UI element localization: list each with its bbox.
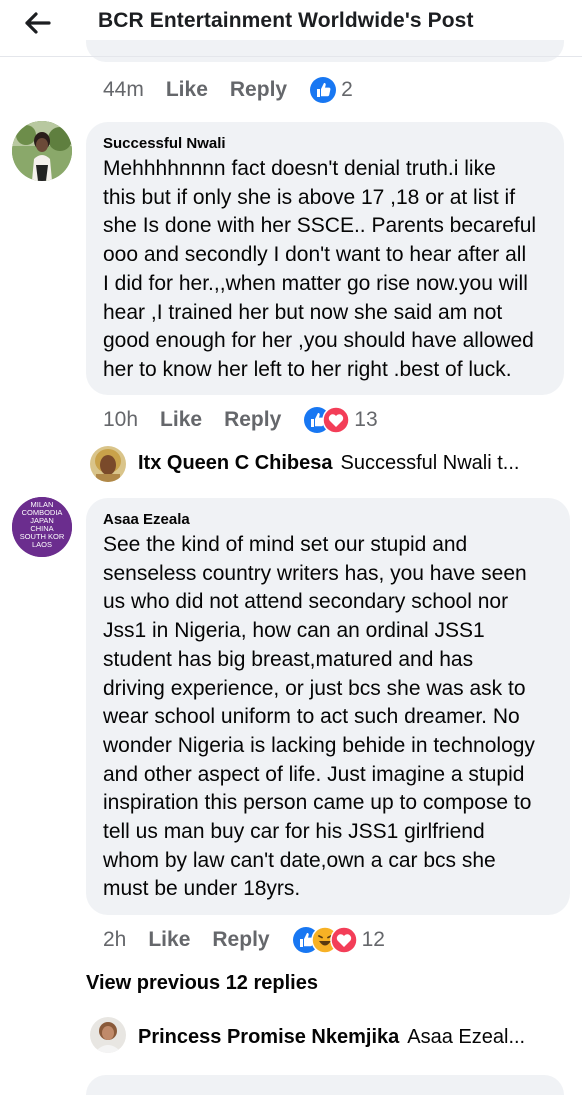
back-arrow-icon[interactable] (22, 8, 52, 38)
avatar[interactable]: MILAN COMBODIA JAPAN CHINA SOUTH KOR LAO… (12, 497, 72, 557)
comment-actions: 10h Like Reply 13 (103, 406, 406, 434)
comment-text: See the kind of mind set our stupid and … (103, 533, 535, 901)
avatar-photo (12, 121, 72, 181)
like-button[interactable]: Like (148, 928, 190, 952)
prev-comment-actions: 44m Like Reply 2 (103, 76, 381, 104)
previous-comment-bubble (86, 40, 564, 62)
reply-button[interactable]: Reply (212, 928, 269, 952)
like-reaction-icon (310, 77, 337, 103)
avatar-text-line: LAOS (32, 540, 52, 549)
reply-author[interactable]: Princess Promise Nkemjika (138, 1026, 399, 1049)
comment-author[interactable]: Successful Nwali (103, 135, 226, 152)
page-title: BCR Entertainment Worldwide's Post (98, 9, 474, 32)
reply-avatar[interactable] (90, 1017, 126, 1053)
header-divider (0, 56, 582, 57)
like-button[interactable]: Like (160, 408, 202, 432)
reply-avatar-photo (90, 1017, 126, 1053)
avatar[interactable] (12, 121, 72, 181)
reply-avatar-photo (90, 446, 126, 482)
view-previous-replies-link[interactable]: View previous 12 replies (86, 972, 318, 995)
reply-avatar[interactable] (90, 446, 126, 482)
reply-button[interactable]: Reply (230, 78, 287, 102)
reply-author[interactable]: Itx Queen C Chibesa (138, 452, 333, 475)
reply-snippet: Asaa Ezeal... (407, 1026, 526, 1048)
avatar-photo: MILAN COMBODIA JAPAN CHINA SOUTH KOR LAO… (12, 497, 72, 557)
comment-author[interactable]: Asaa Ezeala (103, 511, 190, 528)
reaction-summary[interactable]: 13 (303, 406, 399, 434)
reply-button[interactable]: Reply (224, 408, 281, 432)
reply-snippet: Successful Nwali t... (340, 452, 520, 474)
reply-preview[interactable]: Itx Queen C Chibesa Successful Nwali t..… (138, 452, 519, 475)
comment-actions: 2h Like Reply 12 (103, 926, 413, 954)
comment-text: Mehhhhnnnn fact doesn't denial truth.i l… (103, 157, 537, 381)
love-reaction-icon (329, 926, 358, 954)
like-button[interactable]: Like (166, 78, 208, 102)
comment-time[interactable]: 2h (103, 928, 126, 952)
next-comment-bubble (86, 1075, 564, 1095)
reaction-summary[interactable]: 2 (309, 76, 375, 104)
reaction-count: 12 (361, 928, 385, 951)
reaction-summary[interactable]: 12 (292, 926, 407, 954)
comment-time[interactable]: 44m (103, 78, 144, 102)
love-reaction-icon (322, 406, 351, 434)
comment-time[interactable]: 10h (103, 408, 138, 432)
reaction-count: 2 (341, 78, 353, 101)
reply-preview[interactable]: Princess Promise Nkemjika Asaa Ezeal... (138, 1026, 525, 1049)
reaction-count: 13 (354, 408, 378, 431)
